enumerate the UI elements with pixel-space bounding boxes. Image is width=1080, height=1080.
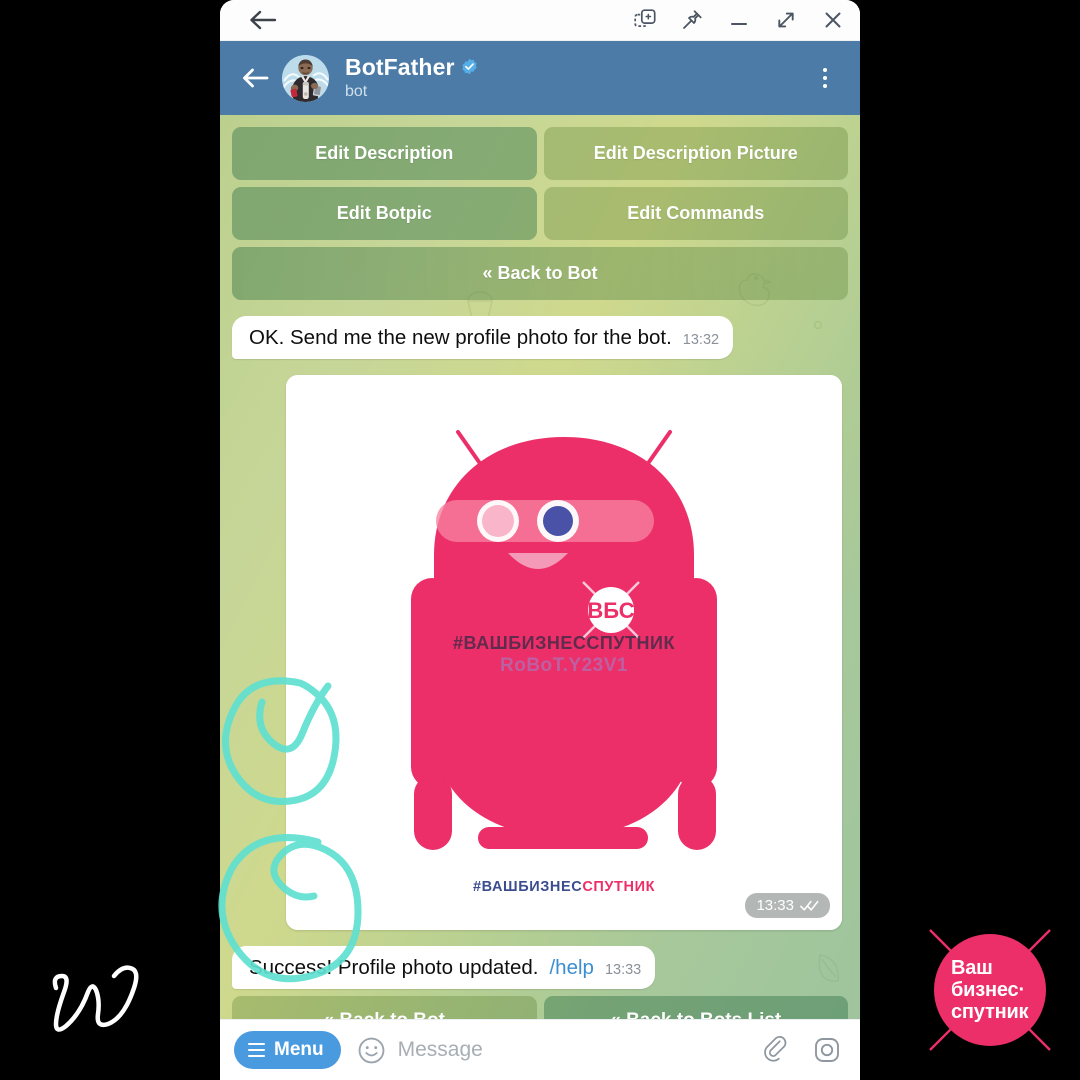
arrow-left-icon [250, 10, 277, 30]
message-text: Success! Profile photo updated. [249, 956, 539, 979]
window-back-button[interactable] [246, 5, 280, 35]
window-controls [632, 7, 846, 33]
message-scroll-area[interactable]: Edit Description Edit Description Pictur… [220, 115, 860, 1045]
menu-button[interactable]: Menu [234, 1031, 341, 1069]
chat-name: BotFather [345, 53, 455, 80]
arrow-left-icon [243, 68, 269, 88]
message-bubble-incoming[interactable]: OK. Send me the new profile photo for th… [232, 316, 734, 359]
keyboard-row: « Back to Bot [232, 247, 848, 300]
kb-button-edit-commands[interactable]: Edit Commands [543, 187, 848, 240]
message-composer: Menu Message [220, 1019, 860, 1080]
brand-line-1: Ваш [951, 957, 993, 979]
keyboard-row: Edit Description Edit Description Pictur… [232, 127, 848, 180]
minimize-button[interactable] [726, 7, 752, 33]
camera-button[interactable] [810, 1033, 844, 1067]
chat-back-button[interactable] [234, 56, 278, 100]
message-timestamp: 13:33 [604, 962, 642, 978]
window-titlebar [220, 0, 860, 41]
message-bubble-success[interactable]: Success! Profile photo updated. /help 13… [232, 946, 656, 989]
brand-line-2: бизнес· [951, 979, 1025, 1001]
keyboard-row: Edit Botpic Edit Commands [232, 187, 848, 240]
brand-badge: Ваш бизнес· спутник [922, 922, 1058, 1058]
pin-icon [683, 10, 702, 29]
kb-button-edit-botpic[interactable]: Edit Botpic [232, 187, 537, 240]
close-icon [825, 12, 841, 28]
more-vertical-icon [823, 68, 827, 72]
signature-mark [52, 965, 139, 1032]
telegram-window: BotFather bot Edit Description Edit Desc… [220, 0, 860, 1080]
avatar[interactable] [282, 54, 329, 102]
maximize-button[interactable] [773, 7, 799, 33]
photo-timestamp: 13:33 [756, 897, 794, 914]
screenshot-root: BotFather bot Edit Description Edit Desc… [0, 0, 1080, 1080]
message-text: OK. Send me the new profile photo for th… [249, 326, 672, 349]
robot-badge-text: ВБС [587, 598, 634, 623]
robot-watermark: RoBoT.Y23V1 [500, 655, 628, 676]
message-input[interactable]: Message [398, 1038, 760, 1062]
chat-subtitle: bot [345, 82, 368, 100]
brand-circle: Ваш бизнес· спутник [934, 934, 1046, 1046]
photo-status-bar: 13:33 [745, 893, 830, 918]
pin-button[interactable] [679, 7, 705, 33]
double-check-icon [800, 900, 819, 911]
kb-button-edit-description-picture[interactable]: Edit Description Picture [543, 127, 848, 180]
message-command-link[interactable]: /help [549, 955, 593, 980]
kb-button-edit-description[interactable]: Edit Description [232, 127, 537, 180]
paperclip-icon [764, 1035, 787, 1062]
inline-keyboard-top: Edit Description Edit Description Pictur… [232, 127, 848, 300]
robot-profile-photo: ВБС #ВАШБИЗНЕССПУТНИК RoBoT.Y23V1 #ВАШБИ… [286, 375, 842, 930]
chat-header: BotFather bot [220, 41, 860, 115]
camera-icon [815, 1038, 839, 1062]
screenshot-button[interactable] [632, 7, 658, 33]
maximize-icon [778, 12, 794, 28]
message-timestamp: 13:32 [682, 332, 720, 348]
smiley-icon [358, 1037, 384, 1063]
photo-caption: #ВАШБИЗНЕССПУТНИК [473, 879, 655, 895]
robot-body-hashtag: #ВАШБИЗНЕССПУТНИК [453, 633, 675, 653]
emoji-button[interactable] [358, 1037, 385, 1064]
brand-line-3: спутник [951, 1001, 1029, 1023]
close-button[interactable] [820, 7, 846, 33]
hamburger-icon [248, 1042, 265, 1058]
chat-menu-button[interactable] [808, 58, 842, 98]
chat-body: Edit Description Edit Description Pictur… [220, 115, 860, 1045]
chat-title-block: BotFather bot [345, 55, 808, 101]
botfather-avatar-image [282, 54, 329, 102]
menu-button-label: Menu [274, 1039, 324, 1060]
attach-button[interactable] [760, 1033, 794, 1067]
kb-button-back-to-bot[interactable]: « Back to Bot [232, 247, 848, 300]
screenshot-icon [634, 9, 656, 27]
verified-badge-icon [461, 59, 477, 75]
minimize-icon [731, 23, 747, 25]
message-bubble-photo[interactable]: ВБС #ВАШБИЗНЕССПУТНИК RoBoT.Y23V1 #ВАШБИ… [286, 375, 842, 930]
